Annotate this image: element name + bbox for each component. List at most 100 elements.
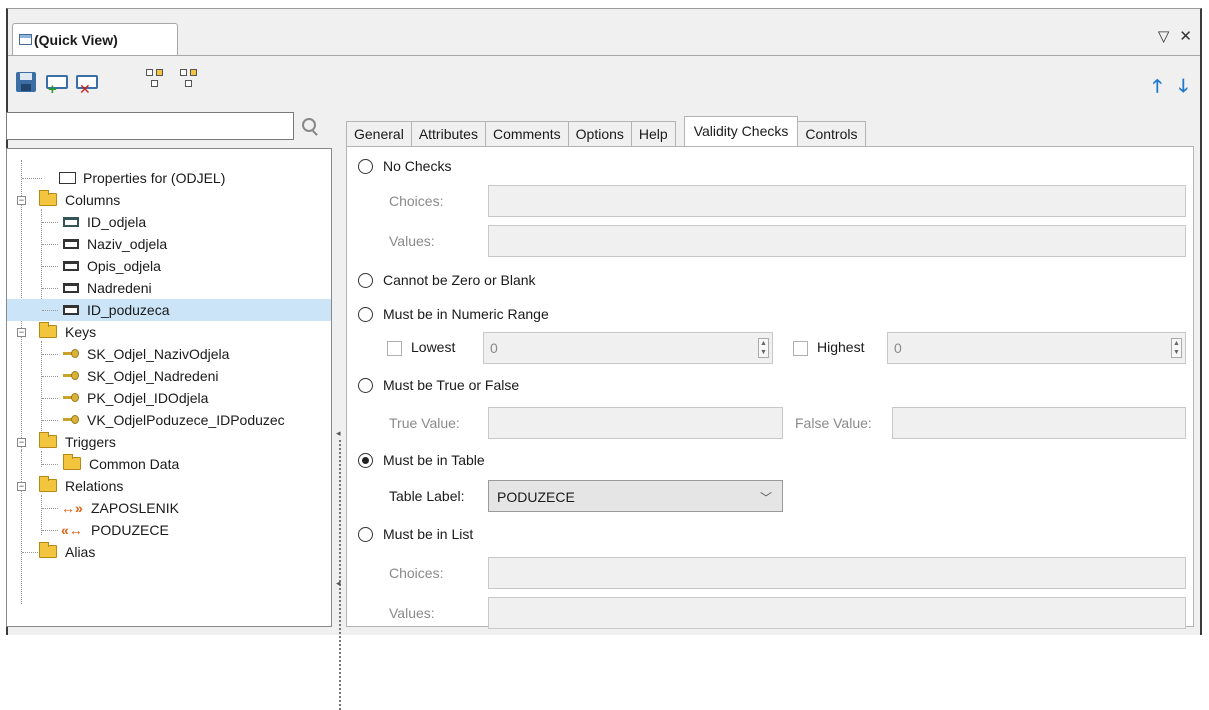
table-label-label: Table Label:: [389, 488, 465, 504]
title-bar: (Quick View) ▽ ✕: [8, 9, 1200, 55]
tree-item-key[interactable]: VK_OdjelPoduzece_IDPoduzec: [7, 409, 331, 431]
tree-item-key[interactable]: PK_Odjel_IDOdjela: [7, 387, 331, 409]
tree-item-column-selected[interactable]: ID_poduzeca: [7, 299, 331, 321]
tree-item-column[interactable]: Nadredeni: [7, 277, 331, 299]
values-field[interactable]: [488, 225, 1186, 257]
lowest-field[interactable]: 0 ▲ ▼: [483, 332, 773, 364]
lowest-spinner[interactable]: ▲ ▼: [758, 338, 769, 358]
highest-checkbox[interactable]: [793, 341, 808, 356]
key-icon: [63, 371, 79, 380]
collapse-expander-icon[interactable]: −: [17, 482, 26, 491]
in-list-radio[interactable]: [358, 527, 373, 542]
tree-item-column[interactable]: Naziv_odjela: [7, 233, 331, 255]
in-table-label: Must be in Table: [383, 452, 485, 468]
delete-row-icon[interactable]: ✕: [76, 72, 98, 97]
column-icon: [63, 305, 79, 315]
collapse-expander-icon[interactable]: −: [17, 438, 26, 447]
lowest-checkbox[interactable]: [387, 341, 402, 356]
chevron-down-icon: ﹀: [759, 491, 772, 505]
tab-help[interactable]: Help: [630, 121, 676, 146]
tree-item-relation[interactable]: «↔ PODUZECE: [7, 519, 331, 541]
tree-item-relations[interactable]: − Relations: [7, 475, 331, 497]
list-values-field[interactable]: [488, 597, 1186, 629]
window-controls: ▽ ✕: [1158, 27, 1192, 45]
true-value-field[interactable]: [488, 407, 783, 439]
move-down-icon[interactable]: 🡓: [1179, 74, 1188, 104]
tree-item-alias[interactable]: Alias: [7, 541, 331, 563]
tree-item-properties[interactable]: Properties for (ODJEL): [7, 167, 331, 189]
folder-icon: [39, 322, 57, 338]
collapse-expander-icon[interactable]: −: [17, 328, 26, 337]
list-choices-field[interactable]: [488, 557, 1186, 589]
tree-item-relation[interactable]: ↔» ZAPOSLENIK: [7, 497, 331, 519]
tree-item-key[interactable]: SK_Odjel_NazivOdjela: [7, 343, 331, 365]
values-label: Values:: [389, 233, 435, 249]
folder-icon: [39, 190, 57, 206]
false-value-label: False Value:: [795, 415, 872, 431]
toolbar: + ✕ 🡑 🡓: [8, 55, 1200, 111]
close-icon[interactable]: ✕: [1179, 27, 1192, 45]
false-value-field[interactable]: [892, 407, 1186, 439]
window-title: (Quick View): [34, 31, 118, 48]
column-icon: [63, 239, 79, 249]
choices-label: Choices:: [389, 193, 444, 209]
tree-item-trigger[interactable]: Common Data: [7, 453, 331, 475]
tree-item-column[interactable]: Opis_odjela: [7, 255, 331, 277]
primary-column-icon: [63, 217, 79, 227]
key-icon: [63, 349, 79, 358]
collapse-expander-icon[interactable]: −: [17, 196, 26, 205]
tab-strip: General Attributes Comments Options Help…: [346, 116, 866, 146]
true-false-label: Must be True or False: [383, 377, 520, 393]
table-label-select[interactable]: PODUZECE ﹀: [488, 480, 783, 512]
tab-validity-checks[interactable]: Validity Checks: [683, 116, 799, 146]
highest-label: Highest: [817, 339, 865, 355]
search-input[interactable]: [6, 112, 294, 140]
relation-arrow-icon: ↔»: [61, 500, 83, 516]
no-checks-radio[interactable]: [358, 159, 373, 174]
no-checks-label: No Checks: [383, 158, 452, 174]
highest-field[interactable]: 0 ▲ ▼: [887, 332, 1186, 364]
object-tree[interactable]: Properties for (ODJEL) − Columns ID_odje…: [6, 148, 332, 627]
tab-attributes[interactable]: Attributes: [410, 121, 486, 146]
expand-all-icon[interactable]: [146, 69, 166, 91]
folder-icon: [63, 454, 81, 470]
primary-key-icon: [63, 393, 79, 402]
window-icon: [19, 34, 32, 45]
move-up-icon[interactable]: 🡑: [1153, 74, 1162, 104]
lowest-label: Lowest: [411, 339, 456, 355]
numeric-range-label: Must be in Numeric Range: [383, 306, 549, 322]
tree-item-columns[interactable]: − Columns: [7, 189, 331, 211]
in-list-label: Must be in List: [383, 526, 474, 542]
properties-icon: [59, 172, 76, 184]
tab-general[interactable]: General: [346, 121, 412, 146]
cannot-be-zero-label: Cannot be Zero or Blank: [383, 272, 536, 288]
save-icon[interactable]: [16, 72, 36, 92]
tree-item-triggers[interactable]: − Triggers: [7, 431, 331, 453]
collapse-all-icon[interactable]: [180, 69, 200, 91]
tab-controls[interactable]: Controls: [797, 121, 866, 146]
true-false-radio[interactable]: [358, 378, 373, 393]
add-row-icon[interactable]: +: [46, 72, 68, 98]
collapse-left-icon[interactable]: ◂: [336, 428, 341, 439]
folder-icon: [39, 476, 57, 492]
relation-arrow-icon: «↔: [61, 522, 83, 538]
cannot-be-zero-radio[interactable]: [358, 273, 373, 288]
collapse-left-icon[interactable]: ◂: [336, 578, 341, 589]
tree-item-key[interactable]: SK_Odjel_Nadredeni: [7, 365, 331, 387]
panel-splitter[interactable]: ◂ ◂: [336, 112, 344, 710]
search-icon[interactable]: [302, 118, 316, 132]
collapse-icon[interactable]: ▽: [1158, 27, 1170, 45]
tree-item-keys[interactable]: − Keys: [7, 321, 331, 343]
folder-icon: [39, 542, 57, 558]
list-choices-label: Choices:: [389, 565, 444, 581]
choices-field[interactable]: [488, 185, 1186, 217]
column-icon: [63, 261, 79, 271]
highest-spinner[interactable]: ▲ ▼: [1171, 338, 1182, 358]
numeric-range-radio[interactable]: [358, 307, 373, 322]
tab-options[interactable]: Options: [567, 121, 632, 146]
in-table-radio[interactable]: [358, 453, 373, 468]
true-value-label: True Value:: [389, 415, 460, 431]
tree-item-column[interactable]: ID_odjela: [7, 211, 331, 233]
window-tab[interactable]: (Quick View): [12, 23, 178, 55]
tab-comments[interactable]: Comments: [484, 121, 569, 146]
